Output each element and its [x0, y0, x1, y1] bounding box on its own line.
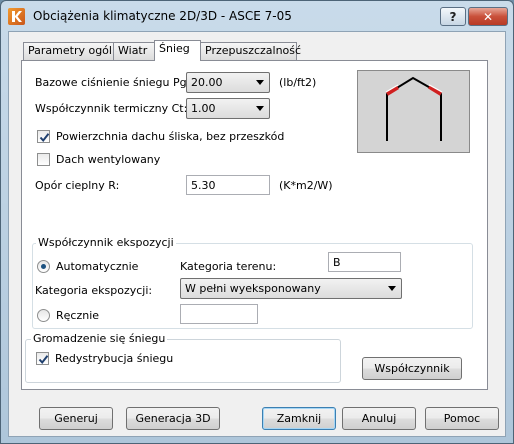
automatic-radio[interactable]: [37, 260, 50, 273]
close-icon: ✕: [482, 9, 494, 24]
help-title-button[interactable]: ?: [440, 7, 466, 26]
tab-permeability[interactable]: Przepuszczalność: [200, 42, 301, 60]
resistance-label: Opór cieplny R:: [35, 179, 120, 192]
pressure-unit: (lb/ft2): [279, 76, 317, 89]
generate-3d-button[interactable]: Generacja 3D: [126, 407, 220, 430]
terrain-input[interactable]: B: [328, 252, 401, 272]
exposure-category-value: W pełni wyeksponowany: [185, 282, 321, 295]
tab-wind[interactable]: Wiatr: [113, 42, 155, 60]
checkmark-icon: [38, 355, 49, 365]
dialog-window: Obciążenia klimatyczne 2D/3D - ASCE 7-05…: [0, 0, 514, 444]
dialog-client-area: Parametry ogólne Wiatr Śnieg Przepuszcza…: [8, 31, 506, 437]
close-title-button[interactable]: ✕: [468, 7, 508, 26]
redistribution-label: Redystrybucja śniegu: [55, 352, 174, 365]
slippery-roof-label: Powierzchnia dachu śliska, bez przeszkód: [56, 130, 285, 143]
thermal-label: Współczynnik termiczny Ct:: [35, 102, 188, 115]
chevron-down-icon: [388, 286, 396, 291]
cancel-button[interactable]: Anuluj: [342, 407, 416, 430]
tab-general-parameters[interactable]: Parametry ogólne: [23, 42, 126, 60]
chevron-down-icon: [256, 80, 264, 85]
pressure-combo[interactable]: 20.00: [186, 72, 270, 93]
roof-snow-preview: [357, 70, 470, 153]
chevron-down-icon: [256, 106, 264, 111]
manual-value-input[interactable]: [180, 304, 258, 324]
generate-button[interactable]: Generuj: [39, 407, 113, 430]
manual-radio[interactable]: [37, 309, 50, 322]
terrain-label: Kategoria terenu:: [180, 260, 277, 273]
close-button[interactable]: Zamknij: [262, 407, 336, 430]
coefficient-button[interactable]: Współczynnik: [362, 357, 462, 380]
title-bar[interactable]: Obciążenia klimatyczne 2D/3D - ASCE 7-05…: [1, 1, 513, 31]
help-button[interactable]: Pomoc: [425, 407, 499, 430]
redistribution-checkbox[interactable]: [36, 352, 49, 365]
automatic-radio-label: Automatycznie: [56, 260, 139, 273]
help-icon: ?: [449, 9, 457, 24]
exposure-category-label: Kategoria ekspozycji:: [35, 284, 153, 297]
slippery-roof-checkbox[interactable]: [37, 130, 50, 143]
thermal-combo[interactable]: 1.00: [186, 98, 270, 119]
resistance-unit: (K*m2/W): [279, 179, 333, 192]
manual-radio-label: Ręcznie: [56, 309, 100, 322]
ventilated-roof-label: Dach wentylowany: [56, 153, 161, 166]
app-logo-icon: [8, 8, 25, 25]
ventilated-roof-checkbox[interactable]: [37, 153, 50, 166]
exposure-group-label: Współczynnik ekspozycji: [36, 236, 176, 249]
thermal-value: 1.00: [191, 102, 216, 115]
window-title: Obciążenia klimatyczne 2D/3D - ASCE 7-05: [33, 9, 292, 23]
pressure-value: 20.00: [191, 76, 223, 89]
tab-snow[interactable]: Śnieg: [154, 40, 201, 61]
resistance-input[interactable]: 5.30: [186, 175, 270, 195]
house-roof-icon: [385, 76, 443, 141]
snow-drift-group-label: Gromadzenie się śniegu: [31, 332, 168, 345]
exposure-category-combo[interactable]: W pełni wyeksponowany: [180, 278, 402, 299]
pressure-label: Bazowe ciśnienie śniegu Pg:: [35, 76, 191, 89]
checkmark-icon: [39, 133, 50, 143]
